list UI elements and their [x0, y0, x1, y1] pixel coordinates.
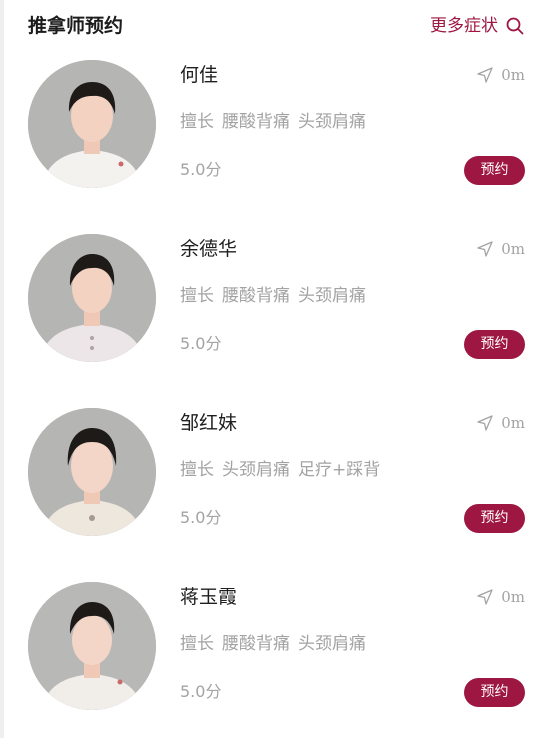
distance-value: 0m — [501, 240, 525, 258]
distance-info: 0m — [477, 237, 525, 261]
specialty-tag: 腰酸背痛 — [222, 286, 290, 306]
therapist-avatar — [28, 408, 156, 536]
search-icon — [506, 17, 524, 35]
therapist-name: 何佳 — [180, 64, 219, 86]
distance-value: 0m — [501, 414, 525, 432]
distance-value: 0m — [501, 66, 525, 84]
therapist-card[interactable]: 邹红妹 0m 擅长 头颈肩痛 足疗+踩背 5.0分 预约 — [0, 408, 546, 568]
distance-info: 0m — [477, 411, 525, 435]
specialty-row: 擅长 腰酸背痛 头颈肩痛 — [180, 282, 374, 310]
therapist-score: 5.0分 — [180, 508, 222, 527]
navigation-arrow-icon — [477, 241, 493, 257]
distance-value: 0m — [501, 588, 525, 606]
more-symptoms-link[interactable]: 更多症状 — [430, 12, 524, 40]
distance-info: 0m — [477, 63, 525, 87]
therapist-score: 5.0分 — [180, 334, 222, 353]
therapist-name: 蒋玉霞 — [180, 586, 238, 608]
specialty-tag: 足疗+踩背 — [298, 460, 381, 480]
therapist-score: 5.0分 — [180, 160, 222, 179]
therapist-avatar — [28, 234, 156, 362]
specialty-label: 擅长 — [180, 460, 214, 480]
specialty-row: 擅长 头颈肩痛 足疗+踩背 — [180, 456, 388, 484]
navigation-arrow-icon — [477, 67, 493, 83]
book-button[interactable]: 预约 — [464, 504, 525, 533]
therapist-name: 余德华 — [180, 238, 238, 260]
specialty-row: 擅长 腰酸背痛 头颈肩痛 — [180, 108, 374, 136]
specialty-tag: 腰酸背痛 — [222, 634, 290, 654]
therapist-avatar — [28, 60, 156, 188]
specialty-tag: 头颈肩痛 — [298, 112, 366, 132]
distance-info: 0m — [477, 585, 525, 609]
book-button[interactable]: 预约 — [464, 156, 525, 185]
therapist-score: 5.0分 — [180, 682, 222, 701]
specialty-tag: 腰酸背痛 — [222, 112, 290, 132]
therapist-card[interactable]: 蒋玉霞 0m 擅长 腰酸背痛 头颈肩痛 5.0分 预约 — [0, 582, 546, 738]
therapist-avatar — [28, 582, 156, 710]
more-symptoms-label: 更多症状 — [430, 16, 498, 36]
specialty-tag: 头颈肩痛 — [298, 286, 366, 306]
specialty-tag: 头颈肩痛 — [222, 460, 290, 480]
section-header: 推拿师预约 更多症状 — [28, 12, 528, 42]
navigation-arrow-icon — [477, 415, 493, 431]
specialty-row: 擅长 腰酸背痛 头颈肩痛 — [180, 630, 374, 658]
book-button[interactable]: 预约 — [464, 678, 525, 707]
therapist-name: 邹红妹 — [180, 412, 238, 434]
section-title: 推拿师预约 — [28, 15, 124, 37]
therapist-card[interactable]: 余德华 0m 擅长 腰酸背痛 头颈肩痛 5.0分 预约 — [0, 234, 546, 394]
therapist-card[interactable]: 何佳 0m 擅长 腰酸背痛 头颈肩痛 5.0分 预约 — [0, 60, 546, 220]
specialty-label: 擅长 — [180, 634, 214, 654]
specialty-tag: 头颈肩痛 — [298, 634, 366, 654]
book-button[interactable]: 预约 — [464, 330, 525, 359]
specialty-label: 擅长 — [180, 286, 214, 306]
specialty-label: 擅长 — [180, 112, 214, 132]
navigation-arrow-icon — [477, 589, 493, 605]
